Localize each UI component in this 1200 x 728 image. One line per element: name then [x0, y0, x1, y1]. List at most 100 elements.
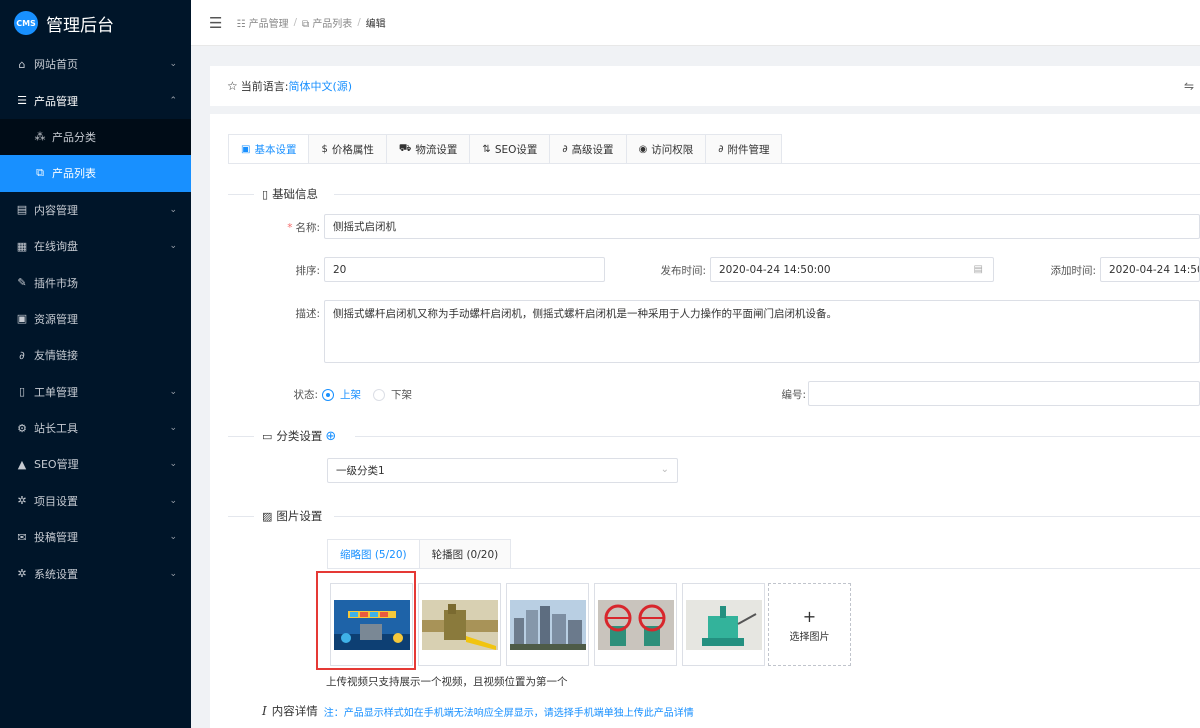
exchange-icon[interactable]: ⇋ [1184, 79, 1194, 93]
tab-label: SEO设置 [494, 143, 538, 156]
thumbnail-image[interactable] [594, 583, 677, 666]
label-text: 名称: [295, 222, 320, 234]
red-wheel-hoist-image [597, 599, 674, 650]
section-title-images: ▨ 图片设置 [262, 508, 322, 524]
sidebar-item-label: 插件市场 [34, 276, 78, 290]
add-category-icon[interactable]: ⊕ [325, 429, 336, 444]
sidebar-item-resources[interactable]: ▣ 资源管理 [0, 301, 191, 337]
select-image-button[interactable]: + 选择图片 [768, 583, 851, 666]
radio-dot [373, 388, 385, 401]
code-label: 编号: [781, 389, 806, 401]
radio-label: 下架 [391, 389, 412, 401]
sidebar-item-label: 产品分类 [52, 130, 96, 144]
language-value[interactable]: 简体中文(源) [288, 78, 352, 94]
menu-toggle-icon[interactable]: ☰ [209, 14, 222, 32]
content-detail-note: 注：产品显示样式如在手机端无法响应全屏显示，请选择手机端单独上传此产品详情 [323, 707, 694, 719]
section-divider [355, 436, 1200, 437]
publish-time-value: 2020-04-24 14:50:00 [719, 263, 831, 276]
paperclip-icon: ∂ [718, 143, 724, 155]
form-icon: ▣ [241, 143, 251, 155]
sidebar-item-label: 项目设置 [34, 494, 78, 508]
list-icon: ☰ [17, 94, 27, 108]
tab-logistics[interactable]: ⛟ 物流设置 [386, 134, 471, 164]
newspaper-icon: ▤ [16, 203, 28, 217]
description-label: 描述: [295, 308, 320, 320]
thumbnail-image[interactable] [418, 583, 501, 666]
section-label: 内容详情 [271, 704, 318, 718]
breadcrumb-item-products[interactable]: ☷ 产品管理 [236, 15, 288, 30]
sidebar-item-seo[interactable]: ▲ SEO管理 ⌄ [0, 446, 191, 482]
add-time-input[interactable]: 2020-04-24 14:50:5 [1100, 257, 1200, 282]
section-label: 基础信息 [272, 187, 319, 201]
sidebar-item-product-category[interactable]: ⁂ 产品分类 [0, 119, 191, 155]
tab-price[interactable]: $ 价格属性 [309, 134, 387, 164]
tab-label: 价格属性 [331, 143, 374, 156]
sidebar-item-system-settings[interactable]: ✲ 系统设置 ⌄ [0, 555, 191, 591]
breadcrumb-item-product-list[interactable]: ⧉ 产品列表 [302, 15, 352, 30]
sidebar-item-home[interactable]: ⌂ 网站首页 ⌄ [0, 46, 191, 82]
image-icon: ▨ [262, 509, 273, 523]
sidebar-item-inquiry[interactable]: ▦ 在线询盘 ⌄ [0, 228, 191, 264]
sidebar-item-tools[interactable]: ⚙ 站长工具 ⌄ [0, 410, 191, 446]
eye-icon: ◉ [638, 143, 648, 155]
tab-carousel[interactable]: 轮播图 (0/20) [419, 539, 512, 569]
required-mark: * [287, 222, 293, 234]
section-title-content-detail: I 内容详情 注：产品显示样式如在手机端无法响应全屏显示，请选择手机端单独上传此… [262, 703, 694, 719]
file-icon: ▯ [18, 385, 26, 399]
chevron-up-icon: ⌃ [169, 95, 177, 106]
cubes-icon: ⁂ [34, 130, 46, 144]
publish-time-input[interactable]: 2020-04-24 14:50:00 ▤ [710, 257, 994, 282]
tab-label: 附件管理 [727, 143, 770, 156]
sidebar-item-label: 产品列表 [52, 167, 96, 181]
description-textarea[interactable]: 侧摇式螺杆启闭机又称为手动螺杆启闭机，侧摇式螺杆启闭机是一种采用于人力操作的平面… [324, 300, 1200, 363]
section-title-category: ▭ 分类设置 ⊕ [262, 428, 336, 444]
gear-icon: ✲ [17, 567, 27, 581]
sidebar-item-products[interactable]: ☰ 产品管理 ⌃ [0, 82, 191, 118]
breadcrumb: ☷ 产品管理 / ⧉ 产品列表 / 编辑 [236, 15, 385, 30]
sidebar-item-content[interactable]: ▤ 内容管理 ⌄ [0, 192, 191, 228]
chevron-down-icon: ⌄ [169, 459, 177, 470]
tab-basic[interactable]: ▣ 基本设置 [228, 134, 310, 164]
sidebar-item-label: 站长工具 [34, 422, 78, 436]
sidebar-item-plugins[interactable]: ✎ 插件市场 [0, 264, 191, 300]
sidebar-item-label: SEO管理 [34, 458, 79, 472]
status-radio-off-shelf[interactable]: 下架 [373, 387, 412, 402]
chevron-down-icon: ⌄ [169, 241, 177, 252]
tab-access[interactable]: ◉ 访问权限 [626, 134, 707, 164]
chevron-down-icon: ⌄ [169, 386, 177, 397]
status-radio-on-shelf[interactable]: 上架 [322, 387, 361, 402]
sidebar-item-tickets[interactable]: ▯ 工单管理 ⌄ [0, 374, 191, 410]
tab-attachments[interactable]: ∂ 附件管理 [706, 134, 783, 164]
sidebar-item-label: 内容管理 [34, 203, 78, 217]
tab-label: 基本设置 [254, 143, 297, 156]
folder-icon: ▭ [262, 429, 273, 443]
tab-advanced[interactable]: ∂ 高级设置 [550, 134, 627, 164]
category-select[interactable]: 一级分类1 ⌄ [327, 458, 678, 483]
envelope-icon: ✉ [17, 530, 27, 544]
chevron-down-icon: ⌄ [169, 59, 177, 70]
tab-thumbnails[interactable]: 缩略图 (5/20) [327, 539, 420, 569]
list-icon: ☷ [236, 19, 246, 30]
sidebar-item-links[interactable]: ∂ 友情链接 [0, 337, 191, 373]
sidebar-item-label: 资源管理 [34, 312, 78, 326]
warning-icon: ▲ [17, 457, 27, 471]
thumbnail-image[interactable] [506, 583, 589, 666]
thumbnail-image[interactable] [682, 583, 765, 666]
name-input[interactable]: 侧摇式启闭机 [324, 214, 1200, 239]
sidebar-item-submissions[interactable]: ✉ 投稿管理 ⌄ [0, 519, 191, 555]
sidebar-item-product-list[interactable]: ⧉ 产品列表 [0, 155, 191, 192]
chevron-down-icon: ⌄ [169, 204, 177, 215]
tab-seo[interactable]: ⇅ SEO设置 [470, 134, 551, 164]
breadcrumb-separator: / [293, 17, 297, 28]
brand[interactable]: CMS 管理后台 [0, 0, 191, 46]
code-input[interactable] [808, 381, 1200, 406]
truck-icon: ⛟ [398, 142, 412, 154]
sidebar-item-project-settings[interactable]: ✲ 项目设置 ⌄ [0, 483, 191, 519]
top-header: ☰ ☷ 产品管理 / ⧉ 产品列表 / 编辑 [191, 0, 1200, 46]
link-icon: ∂ [19, 348, 25, 362]
section-divider [228, 516, 254, 517]
sort-input[interactable]: 20 [324, 257, 605, 282]
sidebar-item-label: 友情链接 [34, 349, 78, 363]
cms-logo: CMS [14, 11, 38, 35]
products-submenu: ⁂ 产品分类 ⧉ 产品列表 [0, 118, 191, 192]
